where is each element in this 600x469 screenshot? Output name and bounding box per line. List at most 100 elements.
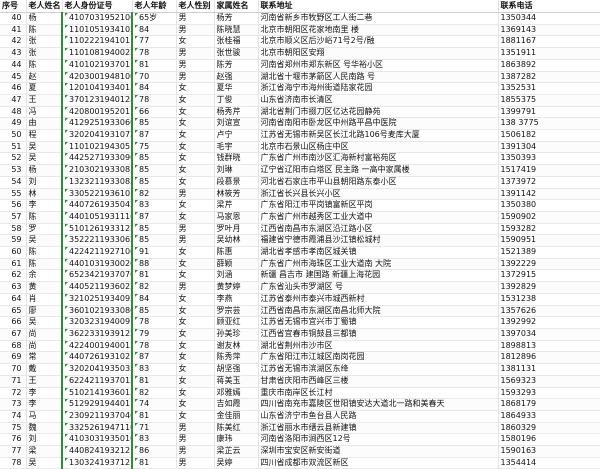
row-number-cell[interactable]: 64 <box>0 293 27 306</box>
address-cell[interactable]: 浙江省海宁市海州街道陆家花园 <box>258 82 499 95</box>
row-number-cell[interactable]: 63 <box>0 281 27 294</box>
name-cell[interactable]: 余 <box>26 269 63 283</box>
id-number-cell[interactable]: 2103021933081 <box>61 164 133 177</box>
id-number-cell[interactable]: 5101261933122 <box>61 223 133 236</box>
name-cell[interactable]: 张 <box>26 35 63 49</box>
relative-name-cell[interactable]: 卢宁 <box>214 129 259 142</box>
name-cell[interactable]: 吴 <box>26 141 63 154</box>
phone-cell[interactable]: 1593293 <box>498 387 600 400</box>
id-number-cell[interactable]: 5129291944011 <box>61 398 133 411</box>
row-number-cell[interactable]: 49 <box>0 117 27 131</box>
relative-name-cell[interactable]: 段慕景 <box>214 176 259 189</box>
gender-cell[interactable]: 男 <box>176 433 215 447</box>
relative-name-cell[interactable]: 邓雅嫣 <box>214 387 259 400</box>
row-number-cell[interactable]: 68 <box>0 340 27 353</box>
relative-name-cell[interactable]: 吉如霞 <box>214 398 259 411</box>
address-cell[interactable]: 湖北省孝感市孝南区城关镇 <box>258 246 499 259</box>
header-cell[interactable]: 老人年龄 <box>132 0 177 13</box>
gender-cell[interactable]: 男 <box>176 12 215 25</box>
address-cell[interactable]: 河南省南阳市卧龙区中州路平昌中医院 <box>258 117 499 131</box>
phone-cell[interactable]: 1521389 <box>498 246 600 259</box>
name-cell[interactable]: 陈 <box>26 258 63 271</box>
relative-name-cell[interactable]: 陈秀萍 <box>214 351 259 365</box>
address-cell[interactable]: 河北省石家庄市平山县朝阳路东泰小区 <box>258 176 499 189</box>
gender-cell[interactable]: 女 <box>176 211 215 224</box>
id-number-cell[interactable]: 4129251933060 <box>61 117 133 131</box>
name-cell[interactable]: 陈 <box>26 59 63 72</box>
relative-name-cell[interactable]: 金佳丽 <box>214 410 259 423</box>
address-cell[interactable]: 辽宁省辽阳市白塔区 民主路 一高中家属楼 <box>258 164 499 177</box>
gender-cell[interactable]: 女 <box>176 387 215 400</box>
address-cell[interactable]: 江西省南昌市东湖区南昌北师大院 <box>258 305 499 318</box>
age-cell[interactable]: 65岁 <box>131 12 177 25</box>
address-cell[interactable]: 江苏省无锡市新吴区长江北路106号麦库大厦 <box>258 129 499 142</box>
phone-cell[interactable]: 1860329 <box>498 422 600 435</box>
row-number-cell[interactable]: 48 <box>0 106 27 119</box>
age-cell[interactable]: 66 <box>131 106 177 119</box>
id-number-cell[interactable]: 3210251934092 <box>61 293 133 306</box>
phone-cell[interactable]: 1864933 <box>498 410 600 423</box>
age-cell[interactable]: 85 <box>131 117 177 131</box>
name-cell[interactable]: 吴 <box>26 152 63 166</box>
phone-cell[interactable]: 1855375 <box>498 94 600 107</box>
age-cell[interactable]: 79 <box>131 328 177 341</box>
relative-name-cell[interactable]: 陈惠 <box>214 246 259 259</box>
id-number-cell[interactable]: 4208001952011 <box>61 106 133 119</box>
relative-name-cell[interactable]: 孙美珍 <box>214 328 259 341</box>
address-cell[interactable]: 广东省广州市海珠区工业大道南 大院 <box>258 258 499 271</box>
address-cell[interactable]: 深圳市宝安区新安街道 <box>258 445 499 458</box>
relative-name-cell[interactable]: 杨芳 <box>214 12 259 25</box>
age-cell[interactable]: 78 <box>131 340 177 353</box>
row-number-cell[interactable]: 71 <box>0 375 27 388</box>
gender-cell[interactable]: 女 <box>176 398 215 411</box>
name-cell[interactable]: 罗 <box>26 223 63 236</box>
id-number-cell[interactable]: 3522211933062 <box>61 234 133 248</box>
row-number-cell[interactable]: 73 <box>0 398 27 411</box>
address-cell[interactable]: 北京市朝阳区花家地南里 楼 <box>258 24 499 37</box>
relative-name-cell[interactable]: 刘涵 <box>214 269 259 283</box>
phone-cell[interactable]: 1350393 <box>498 152 600 166</box>
row-number-cell[interactable]: 78 <box>0 457 27 469</box>
name-cell[interactable]: 张 <box>26 47 63 60</box>
age-cell[interactable]: 81 <box>131 269 177 283</box>
gender-cell[interactable]: 女 <box>176 106 215 119</box>
row-number-cell[interactable]: 42 <box>0 35 27 49</box>
address-cell[interactable]: 江苏省无锡市宜兴市丁蜀镇 <box>258 316 499 329</box>
id-number-cell[interactable]: 4401051931110 <box>61 211 133 224</box>
name-cell[interactable]: 由 <box>26 117 63 131</box>
age-cell[interactable]: 70 <box>131 71 177 84</box>
id-number-cell[interactable]: 1102221941011 <box>61 35 133 49</box>
gender-cell[interactable]: 女 <box>176 305 215 318</box>
gender-cell[interactable]: 女 <box>176 269 215 283</box>
address-cell[interactable]: 北京市朝阳区安翔 <box>258 47 499 60</box>
gender-cell[interactable]: 女 <box>176 410 215 423</box>
row-number-cell[interactable]: 50 <box>0 129 27 142</box>
gender-cell[interactable]: 女 <box>176 141 215 154</box>
address-cell[interactable]: 四川省成都市双流区新区 <box>258 457 499 469</box>
id-number-cell[interactable]: 4425271933090 <box>61 152 133 166</box>
phone-cell[interactable]: 1392992 <box>498 316 600 329</box>
name-cell[interactable]: 刘 <box>26 433 63 447</box>
name-cell[interactable]: 王 <box>26 375 63 388</box>
phone-cell[interactable]: 1392829 <box>498 281 600 294</box>
relative-name-cell[interactable]: 刘琳 <box>214 164 259 177</box>
phone-cell[interactable]: 1354414 <box>498 457 600 469</box>
name-cell[interactable]: 廖 <box>26 305 63 318</box>
header-cell[interactable]: 老人姓名 <box>26 0 63 13</box>
address-cell[interactable]: 湖北省十堰市茅箭区人民南路 号 <box>258 71 499 84</box>
address-cell[interactable]: 河南省新乡市牧野区工人街二巷 <box>258 12 499 25</box>
age-cell[interactable]: 81 <box>131 410 177 423</box>
gender-cell[interactable]: 女 <box>176 316 215 329</box>
phone-cell[interactable]: 1569323 <box>498 375 600 388</box>
relative-name-cell[interactable]: 吴幼林 <box>214 234 259 248</box>
address-cell[interactable]: 福建省宁德市霞浦县沙江镇松城村 <box>258 234 499 248</box>
phone-cell[interactable]: 1372915 <box>498 269 600 283</box>
relative-name-cell[interactable]: 陈美红 <box>214 422 259 435</box>
row-number-cell[interactable]: 44 <box>0 59 27 72</box>
gender-cell[interactable]: 女 <box>176 35 215 49</box>
id-number-cell[interactable]: 3305221936101 <box>61 188 133 201</box>
age-cell[interactable]: 77 <box>131 35 177 49</box>
id-number-cell[interactable]: 3202041935032 <box>61 363 133 376</box>
id-number-cell[interactable]: 4224211927100 <box>61 246 133 259</box>
id-number-cell[interactable]: 4107031952100 <box>61 12 133 25</box>
